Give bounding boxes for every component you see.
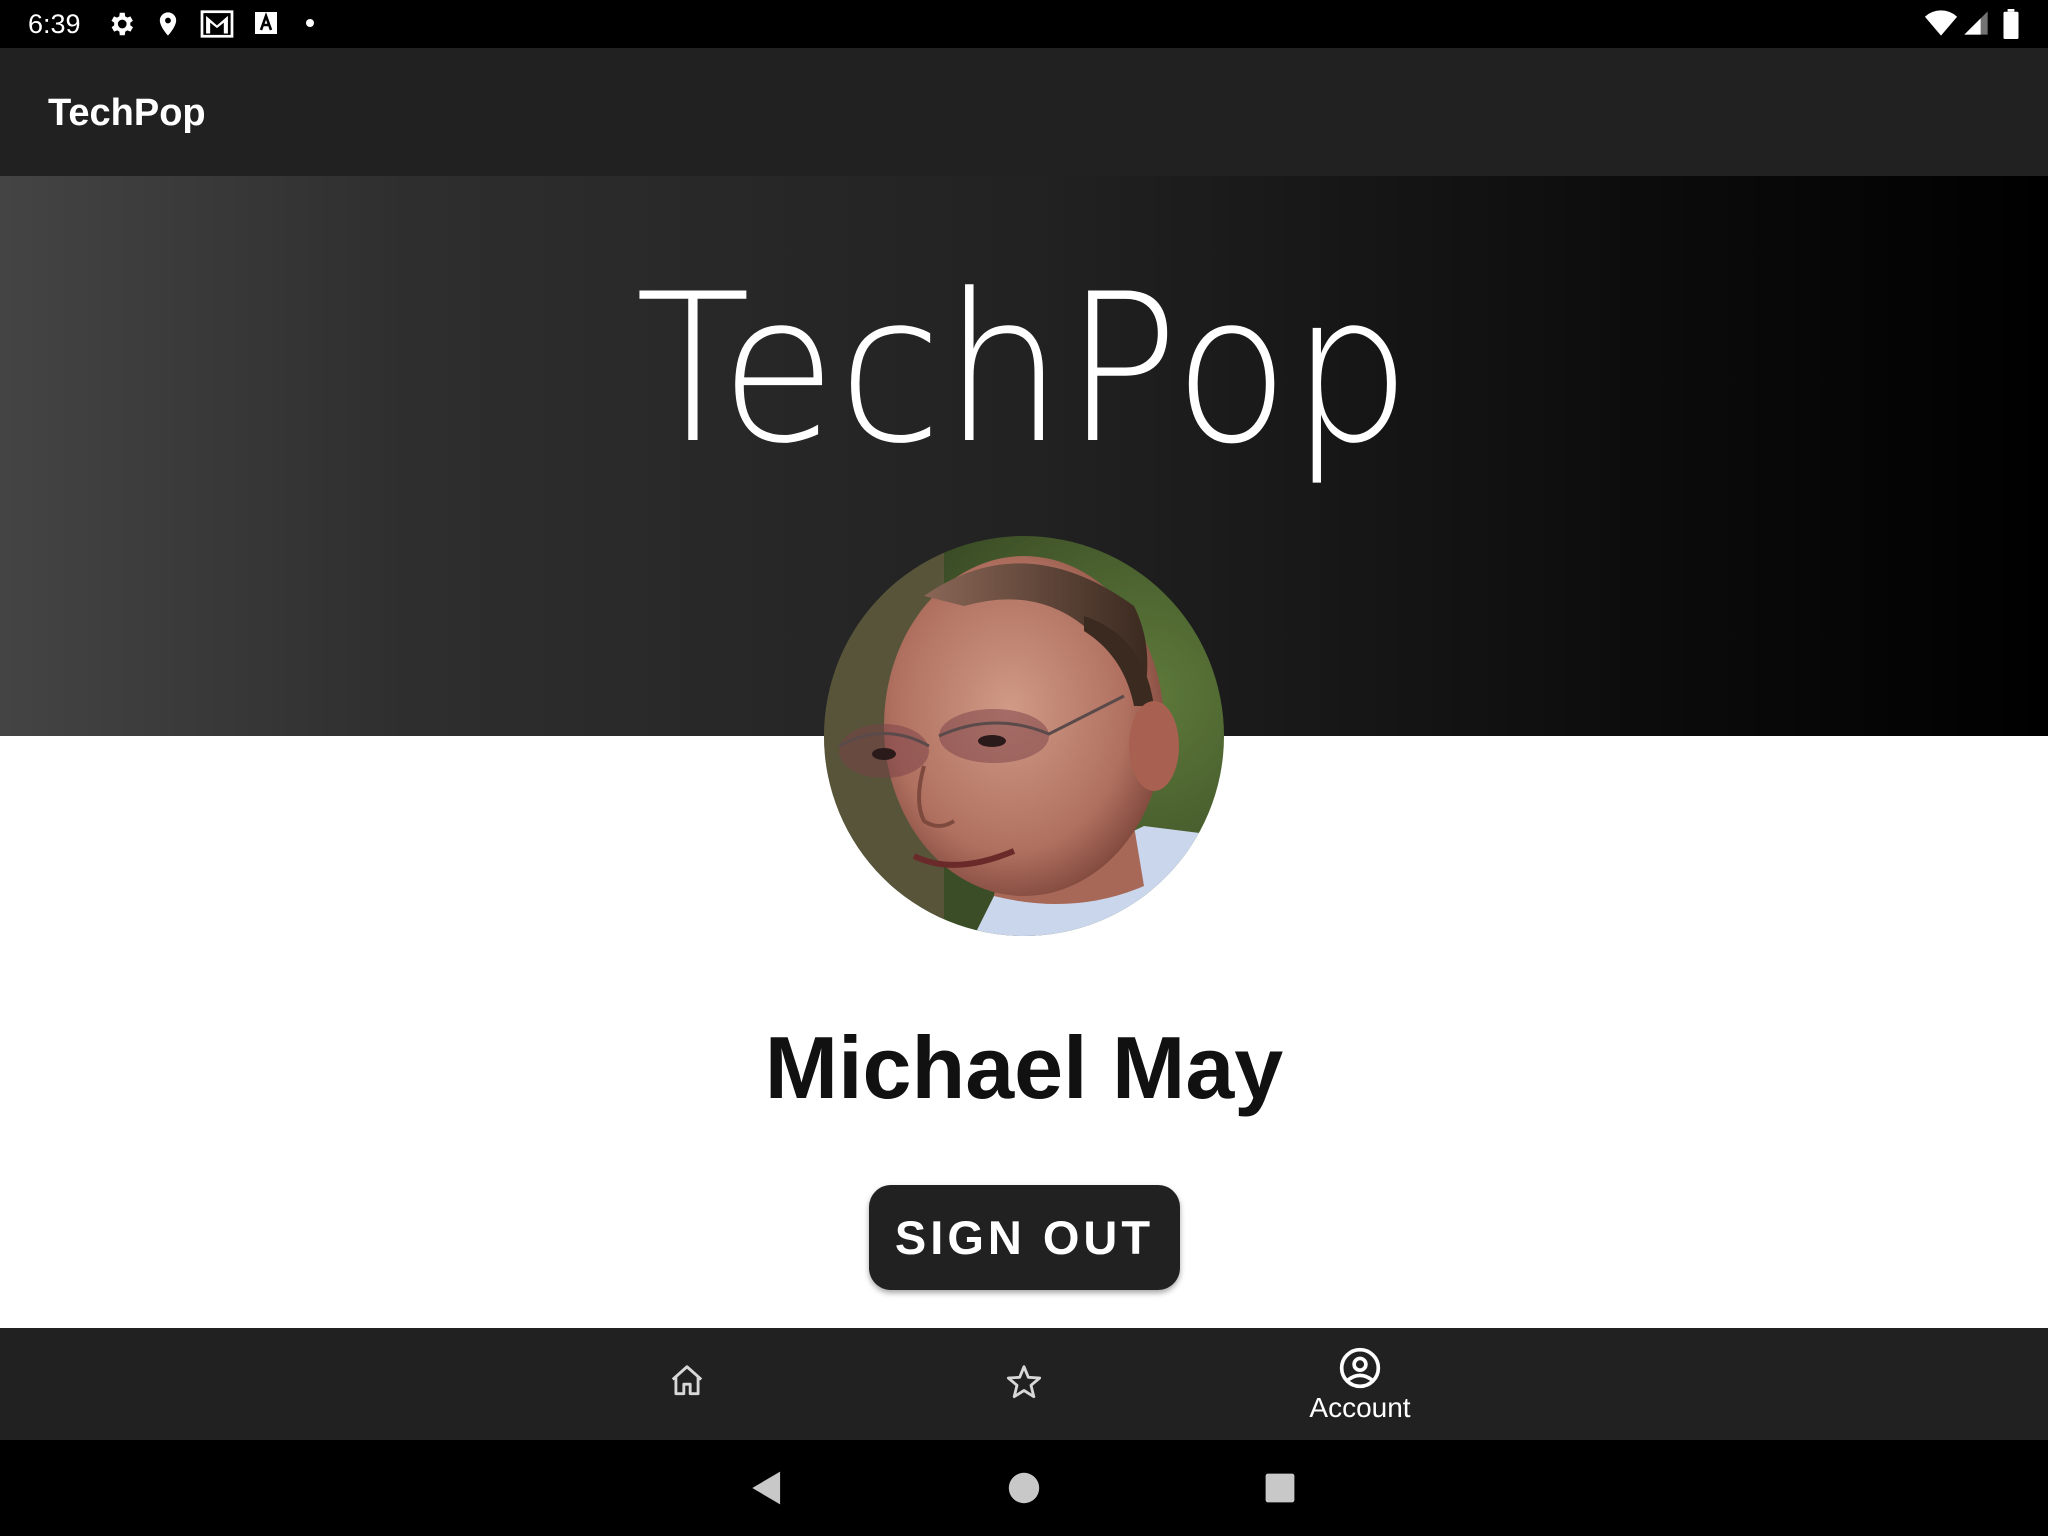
app-bar: TechPop bbox=[0, 48, 2048, 176]
home-icon bbox=[671, 1365, 703, 1396]
location-pin-icon bbox=[159, 12, 177, 36]
hero-title: TechPop bbox=[82, 260, 1966, 480]
nav-item-account[interactable]: Account bbox=[1260, 1328, 1460, 1440]
app-title: TechPop bbox=[48, 92, 206, 134]
back-icon[interactable] bbox=[750, 1470, 784, 1506]
bottom-navigation: Account bbox=[0, 1328, 2048, 1440]
star-icon bbox=[1006, 1365, 1042, 1399]
system-navigation-bar bbox=[0, 1440, 2048, 1536]
sign-out-button[interactable]: SIGN OUT bbox=[869, 1185, 1180, 1290]
wifi-icon bbox=[1924, 10, 1958, 36]
gear-icon bbox=[111, 12, 133, 36]
font-a-icon bbox=[255, 12, 277, 34]
cell-signal-icon bbox=[1964, 11, 1988, 35]
status-bar: 6:39 bbox=[0, 0, 2048, 48]
battery-icon bbox=[2003, 9, 2019, 39]
nav-item-home[interactable] bbox=[586, 1328, 786, 1440]
account-circle-icon bbox=[1339, 1347, 1381, 1389]
home-circle-icon[interactable] bbox=[1008, 1472, 1040, 1504]
status-time: 6:39 bbox=[28, 9, 81, 39]
nav-item-account-label: Account bbox=[1309, 1392, 1411, 1423]
nav-item-favorites[interactable] bbox=[923, 1328, 1123, 1440]
dot-icon bbox=[306, 19, 314, 27]
avatar bbox=[824, 536, 1224, 936]
gmail-icon bbox=[200, 10, 234, 38]
profile-name: Michael May bbox=[764, 1018, 1284, 1117]
avatar-photo bbox=[824, 536, 1224, 936]
recents-icon[interactable] bbox=[1264, 1472, 1296, 1504]
hero-title-text: TechPop bbox=[635, 251, 1413, 489]
